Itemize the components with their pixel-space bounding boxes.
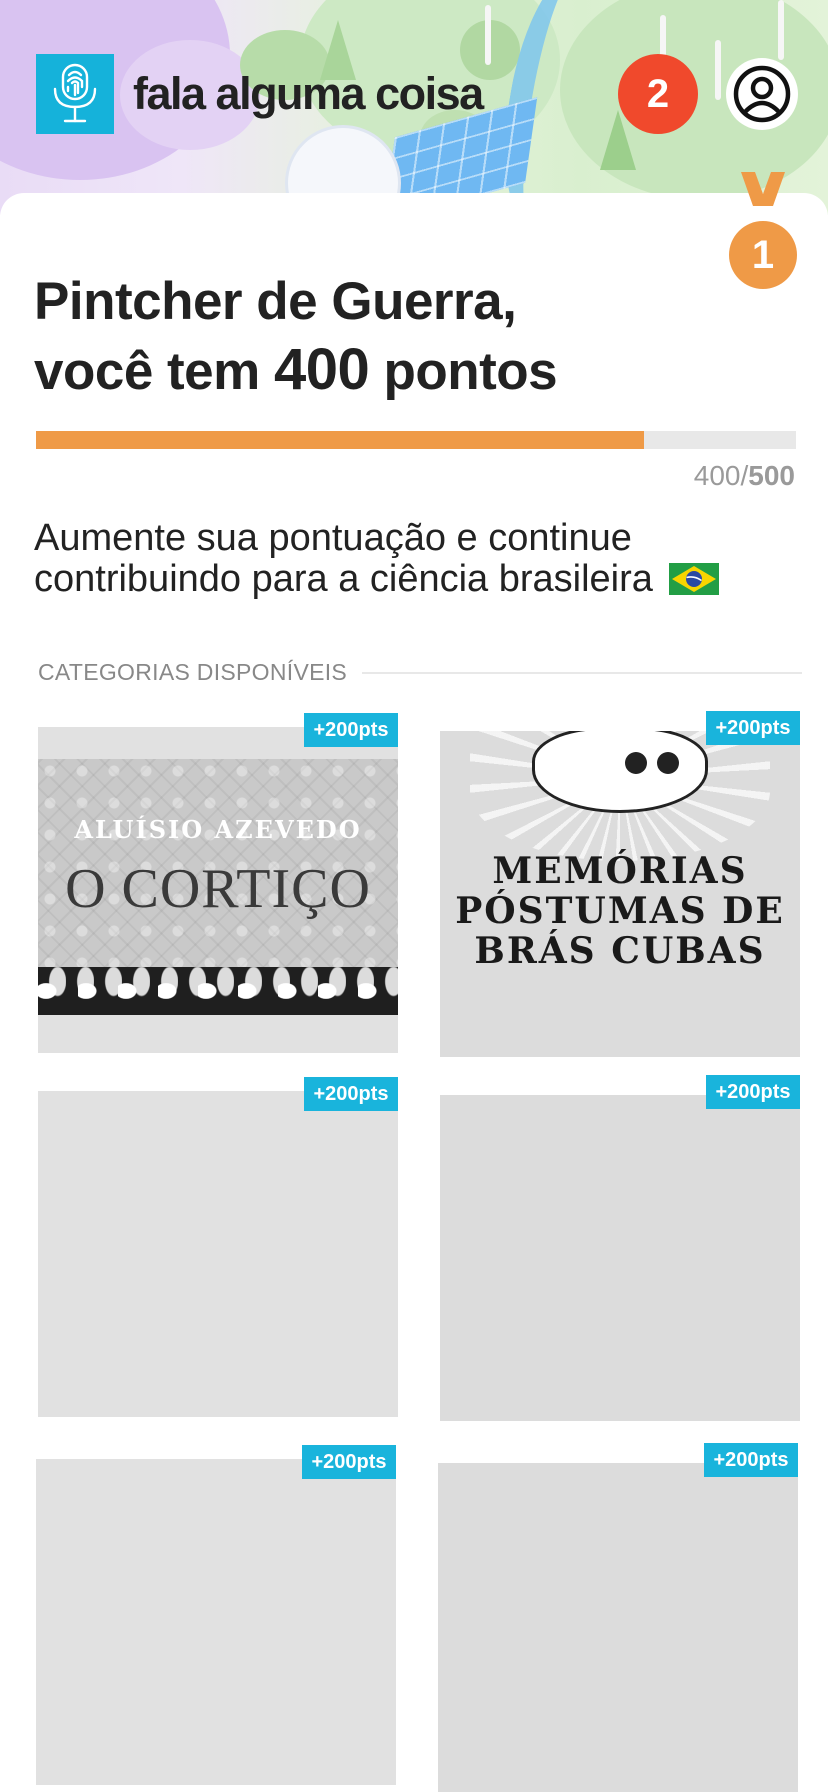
book-cover: MEMÓRIAS PÓSTUMAS DE BRÁS CUBAS xyxy=(440,731,800,1057)
banner-pole xyxy=(778,0,784,60)
app-title: fala alguma coisa xyxy=(133,68,484,119)
brazil-flag-icon xyxy=(669,563,720,595)
cover-art: ALUÍSIO AZEVEDO O CORTIÇO xyxy=(38,759,398,1015)
points-headline: Pintcher de Guerra, você tem 400 pontos xyxy=(34,268,734,406)
points-badge: +200pts xyxy=(302,1445,396,1479)
category-card-o-cortico[interactable]: ALUÍSIO AZEVEDO O CORTIÇO +200pts xyxy=(38,713,398,1053)
app-logo[interactable] xyxy=(36,54,114,134)
progress-bar-fill xyxy=(36,431,644,449)
category-card[interactable]: +200pts xyxy=(38,1077,398,1417)
header-banner: fala alguma coisa 2 xyxy=(0,0,828,215)
notification-badge[interactable]: 2 xyxy=(618,54,698,134)
user-name: Pintcher de Guerra, xyxy=(34,272,517,331)
banner-pole xyxy=(485,5,491,65)
rank-medal[interactable]: 1 xyxy=(728,172,798,290)
category-card[interactable]: +200pts xyxy=(438,1443,798,1792)
cover-placeholder xyxy=(38,1091,398,1417)
cover-placeholder xyxy=(440,1095,800,1421)
cover-placeholder xyxy=(438,1463,798,1792)
points-badge: +200pts xyxy=(706,711,800,745)
progress-current: 400 xyxy=(693,460,741,491)
section-divider xyxy=(362,672,802,674)
motivation-message: Aumente sua pontuação e continue contrib… xyxy=(34,517,653,600)
category-card[interactable]: +200pts xyxy=(36,1445,396,1785)
cover-author: ALUÍSIO AZEVEDO xyxy=(74,815,362,844)
points-badge: +200pts xyxy=(704,1443,798,1477)
cover-art: MEMÓRIAS PÓSTUMAS DE BRÁS CUBAS xyxy=(440,731,800,1057)
skull-illustration xyxy=(532,731,708,813)
progress-bar xyxy=(36,431,796,449)
points-badge: +200pts xyxy=(304,713,398,747)
progress-text: 400/500 xyxy=(560,460,795,492)
points-value: 400 xyxy=(274,337,370,402)
motivation-text: Aumente sua pontuação e continue contrib… xyxy=(34,518,804,600)
cover-placeholder xyxy=(36,1459,396,1785)
categories-section-title: CATEGORIAS DISPONÍVEIS xyxy=(38,659,348,685)
points-prefix: você tem xyxy=(34,342,260,401)
points-suffix: pontos xyxy=(383,342,558,401)
category-card-memorias-postumas[interactable]: MEMÓRIAS PÓSTUMAS DE BRÁS CUBAS +200pts xyxy=(440,711,800,1057)
category-card[interactable]: +200pts xyxy=(440,1075,800,1421)
profile-button[interactable] xyxy=(726,58,798,130)
mic-fingerprint-icon xyxy=(53,63,97,123)
points-badge: +200pts xyxy=(706,1075,800,1109)
cover-title: MEMÓRIAS PÓSTUMAS DE BRÁS CUBAS xyxy=(455,850,785,972)
book-cover: ALUÍSIO AZEVEDO O CORTIÇO xyxy=(38,727,398,1053)
medal-rank-number: 1 xyxy=(751,232,775,277)
cover-title: O CORTIÇO xyxy=(65,858,371,920)
progress-goal: 500 xyxy=(748,460,795,491)
points-badge: +200pts xyxy=(304,1077,398,1111)
user-circle-icon xyxy=(733,65,791,123)
banner-pole xyxy=(715,40,721,100)
cover-illustration-band xyxy=(38,967,398,1015)
